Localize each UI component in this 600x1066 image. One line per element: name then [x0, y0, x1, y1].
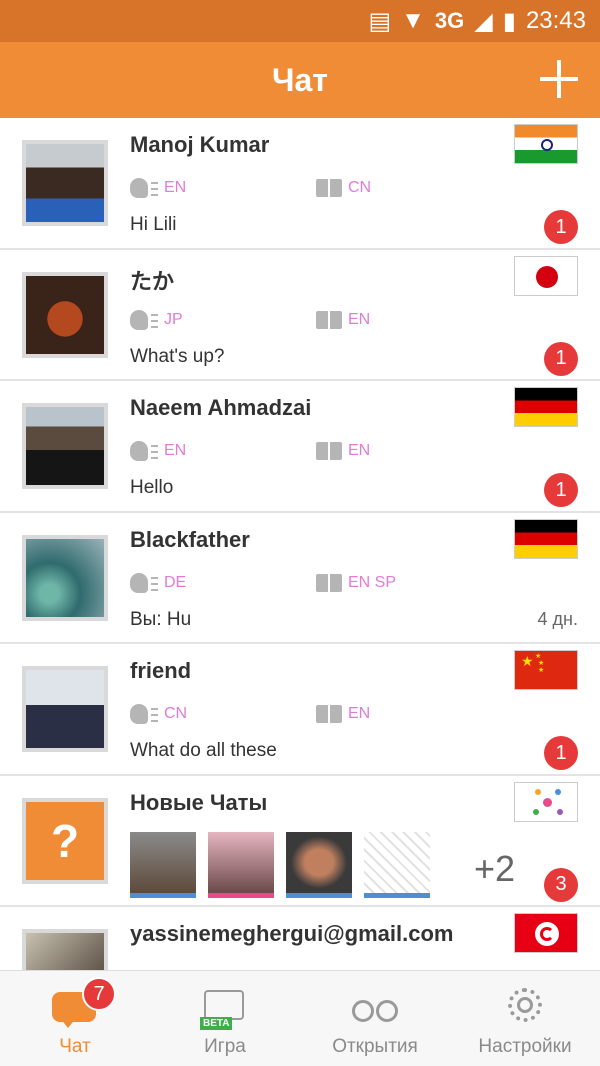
speaks-language: CN — [130, 704, 187, 724]
gear-icon — [500, 986, 550, 1030]
avatar — [22, 666, 108, 752]
avatar — [22, 271, 108, 358]
chat-row[interactable]: たか JP EN What's up? 1 — [0, 250, 600, 381]
avatar: ? — [22, 797, 108, 884]
germany-flag-icon — [514, 518, 578, 559]
chat-name: Manoj Kumar — [130, 132, 270, 157]
speak-icon — [130, 704, 158, 724]
india-flag-icon — [514, 124, 578, 164]
tab-discoveries[interactable]: Открытия — [300, 971, 450, 1066]
tab-label: Открытия — [332, 1036, 418, 1057]
chat-row[interactable]: Naeem Ahmadzai EN EN Hello 1 — [0, 381, 600, 513]
chat-name: たか — [130, 268, 175, 294]
thumbnail[interactable] — [130, 831, 196, 898]
chat-name: yassinemeghergui@gmail.com — [130, 921, 454, 946]
last-message: Hi Lili — [130, 214, 177, 235]
book-icon — [316, 573, 342, 593]
last-message: What do all these — [130, 740, 277, 761]
battery-icon: ▮ — [502, 7, 516, 35]
chat-list: Manoj Kumar EN CN Hi Lili 1 たか JP EN Wha… — [0, 118, 600, 970]
network-icon — [514, 781, 578, 822]
unread-badge: 1 — [544, 341, 578, 376]
tab-chat[interactable]: 7 Чат — [0, 971, 150, 1066]
page-title: Чат — [272, 61, 328, 98]
chat-row[interactable]: Blackfather DE EN SP Вы: Hu 4 дн. — [0, 513, 600, 644]
tab-label: Чат — [59, 1036, 91, 1057]
speak-icon — [130, 572, 158, 593]
book-icon — [316, 310, 342, 330]
thumbnail[interactable] — [208, 831, 274, 898]
learns-language: EN SP — [316, 573, 396, 593]
book-icon — [316, 178, 342, 198]
learns-language: EN — [316, 441, 370, 461]
more-count: +2 — [474, 847, 516, 889]
timestamp: 4 дн. — [537, 608, 578, 629]
clock: 23:43 — [525, 7, 586, 34]
chat-name: Blackfather — [130, 526, 250, 552]
network-type: 3G — [434, 8, 465, 33]
add-chat-button[interactable] — [540, 60, 578, 98]
learns-language: CN — [316, 178, 371, 198]
avatar — [22, 929, 108, 970]
chat-name: Naeem Ahmadzai — [130, 395, 312, 420]
unread-badge: 3 — [544, 867, 578, 902]
japan-flag-icon — [514, 255, 578, 296]
app-bar: Чат — [0, 42, 600, 118]
beta-badge: BETA — [200, 1017, 233, 1030]
speak-icon — [130, 178, 158, 198]
wifi-icon: ▼ — [401, 7, 425, 34]
new-chats-row[interactable]: ? Новые Чаты +2 3 — [0, 776, 600, 907]
speaks-language: DE — [130, 572, 186, 593]
bottom-tab-bar: 7 Чат BETA Игра Открытия Настройки — [0, 970, 600, 1066]
book-icon — [316, 704, 342, 724]
china-flag-icon: ★ ★ ★ ★ — [514, 650, 578, 690]
tab-badge: 7 — [82, 977, 116, 1011]
avatar — [22, 140, 108, 226]
book-icon — [316, 441, 342, 461]
avatar — [22, 534, 108, 621]
chat-name: friend — [130, 658, 192, 683]
speaks-language: JP — [130, 309, 183, 330]
chat-row[interactable]: yassinemeghergui@gmail.com — [0, 907, 600, 970]
question-head-icon: ? — [50, 814, 80, 867]
thumbnail[interactable] — [364, 831, 430, 898]
chat-row[interactable]: friend CN EN What do all these ★ ★ ★ ★ 1 — [0, 644, 600, 776]
avatar — [22, 403, 108, 489]
learns-language: EN — [316, 704, 370, 724]
chat-name: Новые Чаты — [130, 789, 268, 815]
last-message: Вы: Hu — [130, 608, 192, 630]
speak-icon — [130, 441, 158, 461]
tab-label: Игра — [204, 1036, 246, 1057]
learns-language: EN — [316, 310, 370, 330]
unread-badge: 1 — [544, 473, 578, 507]
thumbnail[interactable] — [286, 831, 352, 898]
speak-icon — [130, 309, 158, 330]
new-chat-thumbnails — [130, 831, 430, 898]
chat-row[interactable]: Manoj Kumar EN CN Hi Lili 1 — [0, 118, 600, 250]
tab-label: Настройки — [478, 1036, 572, 1057]
status-bar: ▤ ▼ 3G ◢ ▮ 23:43 — [0, 0, 600, 42]
signal-icon: ◢ — [474, 7, 493, 35]
binoculars-icon — [350, 986, 400, 1030]
tunisia-flag-icon — [514, 913, 578, 953]
tab-game[interactable]: BETA Игра — [150, 971, 300, 1066]
germany-flag-icon — [514, 387, 578, 427]
last-message: Hello — [130, 477, 174, 498]
puzzle-icon: BETA — [200, 986, 250, 1030]
speaks-language: EN — [130, 441, 186, 461]
vibrate-icon: ▤ — [368, 7, 392, 35]
tab-settings[interactable]: Настройки — [450, 971, 600, 1066]
unread-badge: 1 — [544, 736, 578, 770]
unread-badge: 1 — [544, 210, 578, 244]
last-message: What's up? — [130, 345, 225, 367]
speaks-language: EN — [130, 178, 186, 198]
